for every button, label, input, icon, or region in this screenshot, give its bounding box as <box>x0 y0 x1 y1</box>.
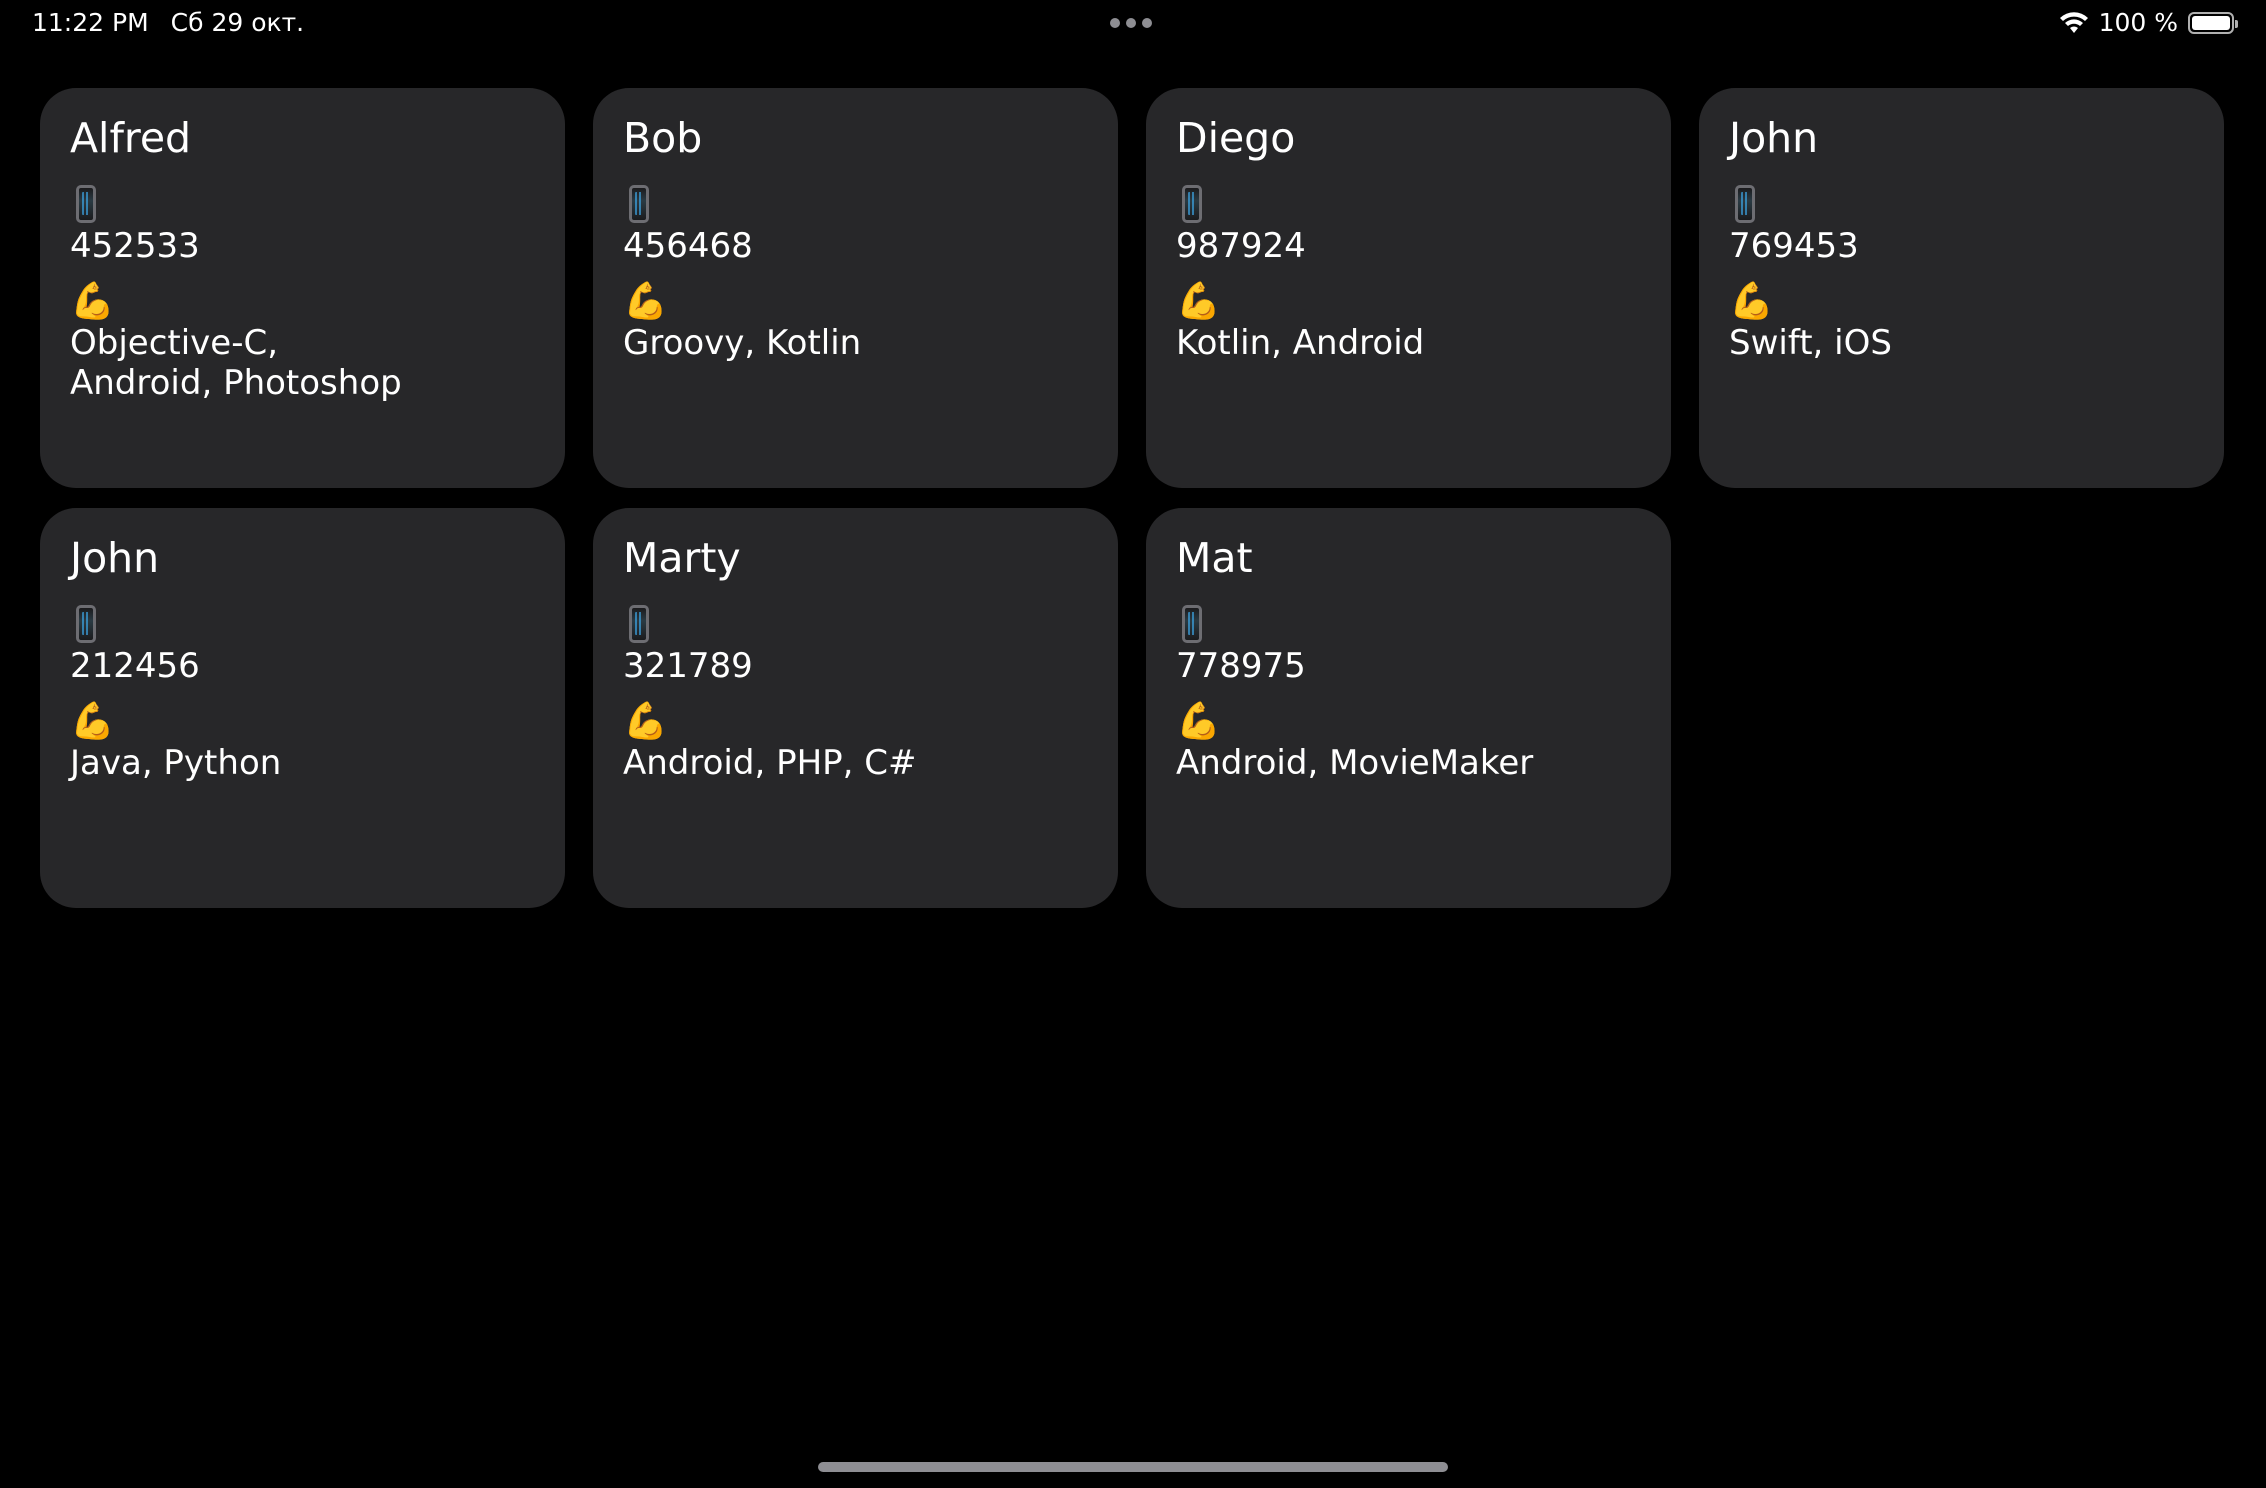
contact-phone: 987924 <box>1176 226 1306 267</box>
contact-phone: 778975 <box>1176 646 1306 687</box>
flexed-biceps-icon: 💪 <box>70 281 115 323</box>
mobile-phone-icon <box>1176 605 1641 645</box>
contact-card[interactable]: Alfred 452533 💪 Objective-C, Android, Ph… <box>40 88 565 488</box>
multitasking-menu-icon[interactable] <box>1110 18 1152 28</box>
contact-name: Alfred <box>70 114 192 162</box>
home-indicator[interactable] <box>818 1462 1448 1472</box>
battery-percentage: 100 % <box>2098 8 2178 37</box>
flexed-biceps-icon: 💪 <box>623 281 668 323</box>
contact-phone: 212456 <box>70 646 200 687</box>
status-date: Сб 29 окт. <box>170 8 305 37</box>
flexed-biceps-icon: 💪 <box>1176 281 1221 323</box>
mobile-phone-icon <box>623 605 1088 645</box>
contact-name: Bob <box>623 114 703 162</box>
mobile-phone-icon <box>1729 185 2194 225</box>
flexed-biceps-icon: 💪 <box>1729 281 1774 323</box>
contact-skills: Groovy, Kotlin <box>623 323 862 364</box>
flexed-biceps-icon: 💪 <box>70 701 115 743</box>
contact-card[interactable]: Diego 987924 💪 Kotlin, Android <box>1146 88 1671 488</box>
contact-card[interactable]: John 769453 💪 Swift, iOS <box>1699 88 2224 488</box>
contact-skills: Android, MovieMaker <box>1176 743 1534 784</box>
flexed-biceps-icon: 💪 <box>623 701 668 743</box>
contact-name: Diego <box>1176 114 1296 162</box>
contact-name: Marty <box>623 534 741 582</box>
mobile-phone-icon <box>70 185 535 225</box>
contact-skills: Kotlin, Android <box>1176 323 1425 364</box>
mobile-phone-icon <box>623 185 1088 225</box>
contact-card[interactable]: Bob 456468 💪 Groovy, Kotlin <box>593 88 1118 488</box>
flexed-biceps-icon: 💪 <box>1176 701 1221 743</box>
contact-card[interactable]: Marty 321789 💪 Android, PHP, C# <box>593 508 1118 908</box>
contact-skills: Objective-C, Android, Photoshop <box>70 323 402 404</box>
contact-name: Mat <box>1176 534 1253 582</box>
contact-phone: 452533 <box>70 226 200 267</box>
contact-skills: Java, Python <box>70 743 282 784</box>
contact-card[interactable]: John 212456 💪 Java, Python <box>40 508 565 908</box>
status-bar: 11:22 PM Сб 29 окт. 100 % <box>0 0 2266 48</box>
mobile-phone-icon <box>1176 185 1641 225</box>
battery-icon <box>2188 11 2238 34</box>
status-left: 11:22 PM Сб 29 окт. <box>32 8 304 37</box>
status-time: 11:22 PM <box>32 8 149 37</box>
contact-skills: Swift, iOS <box>1729 323 1892 364</box>
contact-grid: Alfred 452533 💪 Objective-C, Android, Ph… <box>40 88 2226 908</box>
contact-phone: 321789 <box>623 646 753 687</box>
mobile-phone-icon <box>70 605 535 645</box>
contact-name: John <box>1729 114 1819 162</box>
contact-phone: 769453 <box>1729 226 1859 267</box>
status-right: 100 % <box>2059 8 2238 37</box>
contact-phone: 456468 <box>623 226 753 267</box>
contact-skills: Android, PHP, C# <box>623 743 917 784</box>
contact-card[interactable]: Mat 778975 💪 Android, MovieMaker <box>1146 508 1671 908</box>
wifi-icon <box>2059 11 2089 35</box>
contact-name: John <box>70 534 160 582</box>
